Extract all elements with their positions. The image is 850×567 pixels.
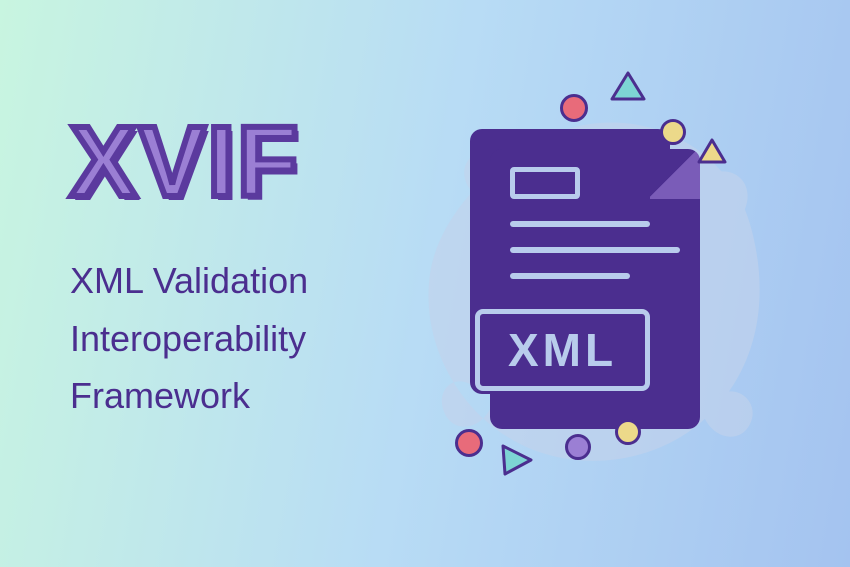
- document-front-icon: XML: [490, 149, 700, 429]
- decoration-triangle-icon: [695, 136, 729, 166]
- decoration-triangle-icon: [608, 69, 648, 105]
- title: XVIF: [70, 112, 308, 212]
- decoration-circle-icon: [560, 94, 588, 122]
- document-line: [510, 221, 650, 227]
- graphic-section: XML: [380, 74, 800, 494]
- document-line: [510, 247, 680, 253]
- xml-label-badge: XML: [475, 309, 650, 391]
- subtitle: XML Validation Interoperability Framewor…: [70, 252, 308, 425]
- text-section: XVIF XML Validation Interoperability Fra…: [0, 112, 308, 455]
- decoration-circle-icon: [660, 119, 686, 145]
- document-corner-fold: [650, 149, 700, 199]
- decoration-circle-icon: [615, 419, 641, 445]
- subtitle-line-1: XML Validation: [70, 252, 308, 310]
- main-container: XVIF XML Validation Interoperability Fra…: [0, 0, 850, 567]
- decoration-triangle-icon: [495, 442, 535, 478]
- decoration-circle-icon: [565, 434, 591, 460]
- subtitle-line-3: Framework: [70, 367, 308, 425]
- decoration-circle-icon: [455, 429, 483, 457]
- document-line: [510, 273, 630, 279]
- subtitle-line-2: Interoperability: [70, 310, 308, 368]
- document-header-box: [510, 167, 580, 199]
